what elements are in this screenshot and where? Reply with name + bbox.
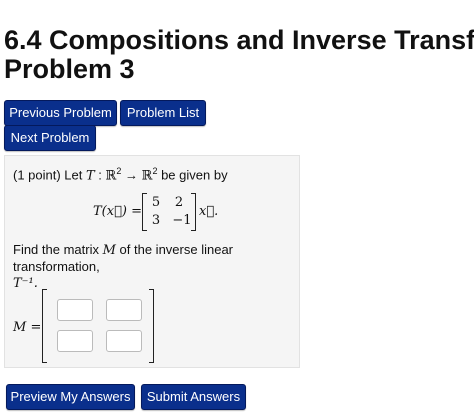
matrix-left-bracket: [142, 193, 147, 231]
answer-input-2-2[interactable]: [106, 330, 142, 352]
arrow-symbol: →: [125, 167, 138, 183]
domain-symbol: ℝ: [105, 168, 117, 184]
question-text: Find the matrix M of the inverse linear …: [13, 242, 297, 292]
submit-answers-button[interactable]: Submit Answers: [141, 384, 246, 410]
problem-statement: (1 point) Let T : ℝ2 → ℝ2 be given by: [13, 166, 228, 183]
previous-problem-button[interactable]: Previous Problem: [4, 100, 117, 126]
matrix-symbol: M: [102, 243, 116, 258]
equation-lhs: T(x⃗) =: [93, 204, 142, 219]
preview-answers-button[interactable]: Preview My Answers: [6, 384, 135, 410]
matrix-cell-c: 3: [151, 213, 161, 228]
given-by-text: be given by: [161, 167, 228, 183]
matrix-cell-a: 5: [151, 195, 161, 210]
page-title: 6.4 Compositions and Inverse Transfo Pro…: [4, 26, 474, 84]
domain-exponent: 2: [116, 166, 122, 176]
page-title-line1: 6.4 Compositions and Inverse Transfo: [4, 25, 474, 55]
points-text: (1 point) Let: [13, 167, 83, 183]
transform-symbol: T: [86, 168, 95, 184]
answer-input-2-1[interactable]: [57, 330, 93, 352]
page-title-line2: Problem 3: [4, 54, 135, 84]
matrix-cell-d: −1: [172, 213, 192, 228]
inverse-symbol: T⁻¹.: [13, 276, 38, 291]
question-part-a: Find the matrix: [13, 242, 99, 257]
colon-symbol: :: [98, 167, 102, 183]
matrix-cell-b: 2: [174, 195, 184, 210]
answer-label: M =: [13, 320, 42, 335]
answer-input-1-1[interactable]: [57, 299, 93, 321]
answer-input-1-2[interactable]: [106, 299, 142, 321]
matrix-right-bracket: [191, 193, 196, 231]
problem-list-button[interactable]: Problem List: [120, 100, 206, 126]
codomain-exponent: 2: [152, 166, 158, 176]
answer-left-bracket: [42, 289, 47, 363]
equation-rhs: x⃗.: [199, 204, 219, 219]
next-problem-button[interactable]: Next Problem: [4, 125, 96, 151]
answer-right-bracket: [149, 289, 154, 363]
problem-panel: (1 point) Let T : ℝ2 → ℝ2 be given by T(…: [4, 155, 300, 368]
codomain-symbol: ℝ: [141, 168, 153, 184]
